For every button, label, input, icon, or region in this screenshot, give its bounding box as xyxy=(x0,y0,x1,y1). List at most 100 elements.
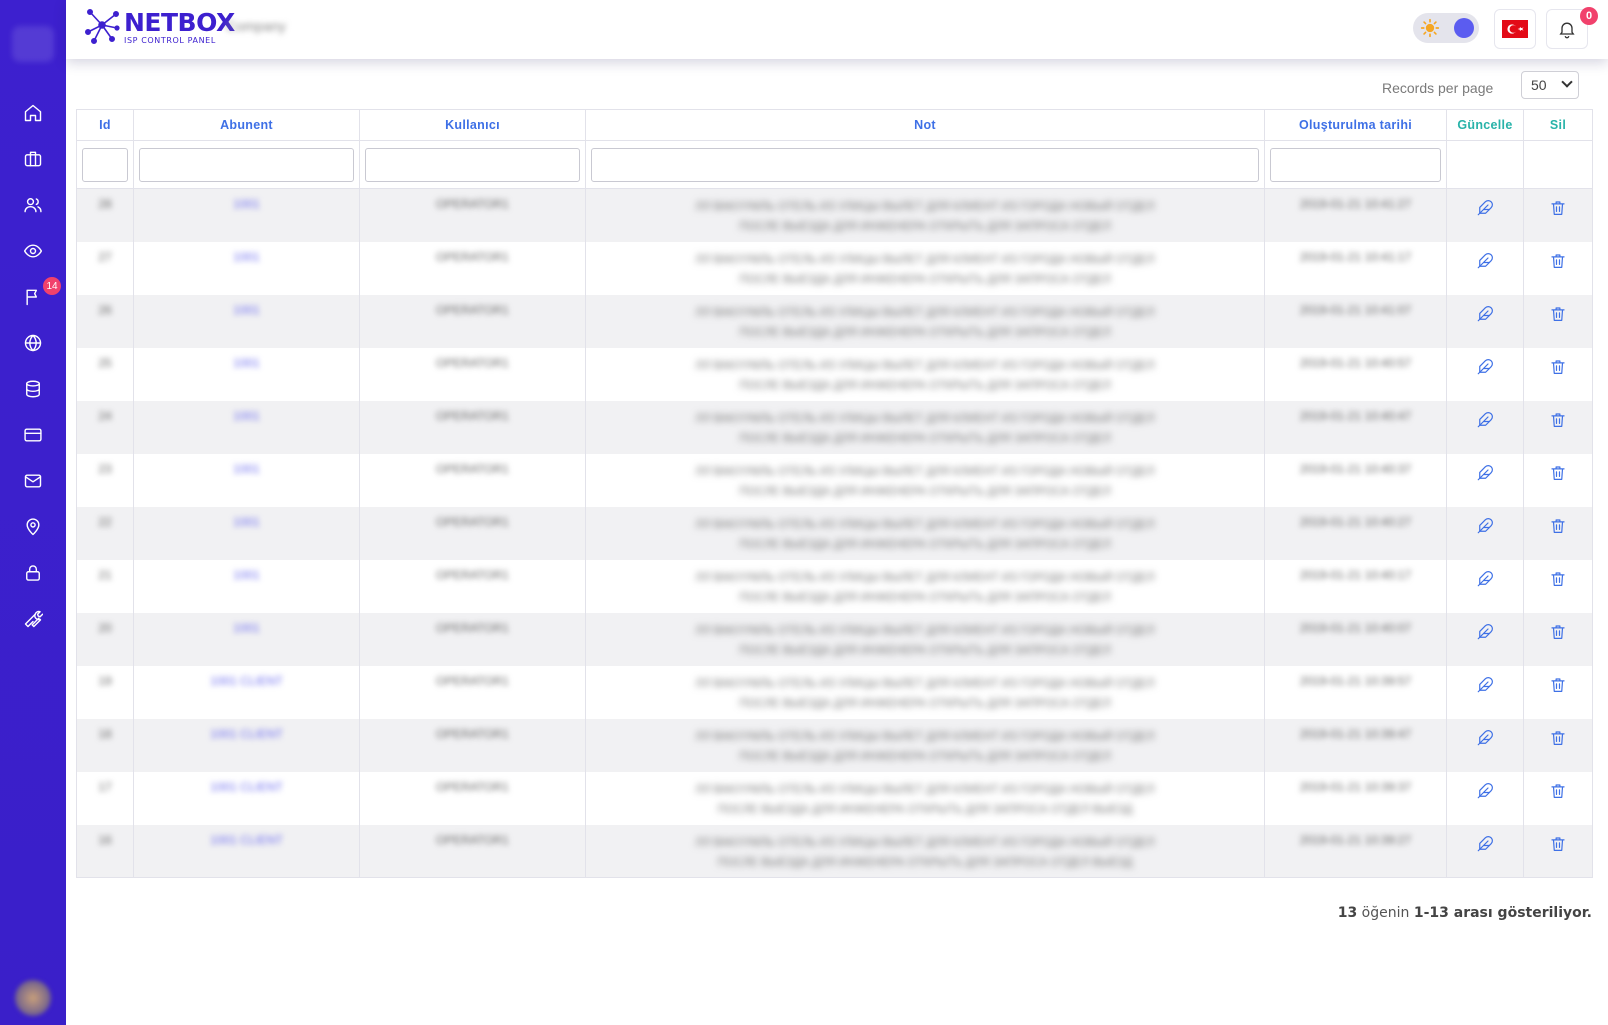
cell-abunent-link[interactable]: 1001 xyxy=(233,515,260,529)
globe-icon[interactable] xyxy=(21,331,45,355)
eye-icon[interactable] xyxy=(21,239,45,263)
table-row: 23 1001 OPERATOR1 ЛЛ ВАКУУМЛЬ ОТЕЛЬ ИЗ У… xyxy=(76,453,1593,507)
network-logo-icon xyxy=(84,6,120,48)
theme-toggle[interactable] xyxy=(1413,13,1479,43)
trash-icon xyxy=(1551,201,1565,215)
table-row: 26 1001 OPERATOR1 ЛЛ ВАКУУМЛЬ ОТЕЛЬ ИЗ У… xyxy=(76,294,1593,348)
credit-card-icon[interactable] xyxy=(21,423,45,447)
edit-button[interactable] xyxy=(1476,199,1494,217)
delete-button[interactable] xyxy=(1549,411,1567,429)
edit-button[interactable] xyxy=(1476,517,1494,535)
cell-abunent-link[interactable]: 1001 xyxy=(233,409,260,423)
delete-button[interactable] xyxy=(1549,464,1567,482)
cell-user: OPERATOR1 xyxy=(436,197,509,211)
edit-button[interactable] xyxy=(1476,729,1494,747)
filter-created-input[interactable] xyxy=(1270,147,1441,182)
cell-note: ЛЛ ВАКУУМЛЬ ОТЕЛЬ ИЗ УЛИЦЫ ВЫЛЕТ ДЛЯ КЛИ… xyxy=(695,571,1155,604)
cell-created-date: 2019-01-21 10:40:17 xyxy=(1299,567,1412,582)
delete-button[interactable] xyxy=(1549,199,1567,217)
trash-icon xyxy=(1551,624,1565,639)
filter-abunent-input[interactable] xyxy=(139,147,354,182)
cell-created-date: 2019-01-21 10:40:37 xyxy=(1299,461,1412,476)
cell-created-date: 2019-01-21 10:40:57 xyxy=(1299,355,1412,370)
cell-abunent-link[interactable]: 1001 CLIENT xyxy=(210,780,283,794)
trash-icon xyxy=(1551,571,1565,586)
edit-button[interactable] xyxy=(1476,623,1494,641)
chevron-down-icon xyxy=(1561,76,1573,88)
edit-button[interactable] xyxy=(1476,305,1494,323)
edit-button[interactable] xyxy=(1476,782,1494,800)
cell-abunent-link[interactable]: 1001 xyxy=(233,356,260,370)
cell-created-date: 2019-01-21 10:40:07 xyxy=(1299,620,1412,635)
briefcase-icon[interactable] xyxy=(21,147,45,171)
delete-button[interactable] xyxy=(1549,835,1567,853)
feather-edit-icon xyxy=(1477,782,1493,798)
cell-abunent-link[interactable]: 1001 xyxy=(233,568,260,582)
lock-icon[interactable] xyxy=(21,561,45,585)
feather-edit-icon xyxy=(1477,835,1493,851)
edit-button[interactable] xyxy=(1476,835,1494,853)
cell-user: OPERATOR1 xyxy=(436,726,509,741)
cell-created-date: 2019-01-21 10:41:07 xyxy=(1299,302,1412,317)
language-button[interactable] xyxy=(1494,9,1536,49)
cell-abunent-link[interactable]: 1001 CLIENT xyxy=(210,833,283,847)
flag-icon[interactable] xyxy=(21,285,45,309)
cell-created-date: 2019-01-21 10:40:47 xyxy=(1299,408,1412,423)
home-icon[interactable] xyxy=(21,101,45,125)
cell-abunent-link[interactable]: 1001 xyxy=(233,462,260,476)
filter-user-input[interactable] xyxy=(365,147,580,182)
column-header-note[interactable]: Not xyxy=(585,109,1265,141)
brand-logo[interactable]: NETBOX ISP CONTROL PANEL xyxy=(84,6,235,48)
trash-icon xyxy=(1551,359,1565,374)
column-header-id[interactable]: Id xyxy=(76,109,134,141)
column-header-user[interactable]: Kullanıcı xyxy=(359,109,586,141)
cell-note: ЛЛ ВАКУУМЛЬ ОТЕЛЬ ИЗ УЛИЦЫ ВЫЛЕТ ДЛЯ КЛИ… xyxy=(695,624,1155,657)
edit-button[interactable] xyxy=(1476,411,1494,429)
delete-button[interactable] xyxy=(1549,782,1567,800)
delete-button[interactable] xyxy=(1549,676,1567,694)
table-row: 24 1001 OPERATOR1 ЛЛ ВАКУУМЛЬ ОТЕЛЬ ИЗ У… xyxy=(76,400,1593,454)
sidebar-logo[interactable] xyxy=(12,26,54,62)
cell-abunent-link[interactable]: 1001 xyxy=(233,303,260,317)
delete-button[interactable] xyxy=(1549,252,1567,270)
map-pin-icon[interactable] xyxy=(21,515,45,539)
sun-icon xyxy=(1420,18,1440,38)
delete-button[interactable] xyxy=(1549,729,1567,747)
delete-button[interactable] xyxy=(1549,305,1567,323)
delete-button[interactable] xyxy=(1549,358,1567,376)
table-row: 28 1001 OPERATOR1 ЛЛ ВАКУУМЛЬ ОТЕЛЬ ИЗ У… xyxy=(76,188,1593,242)
cell-abunent-link[interactable]: 1001 CLIENT xyxy=(210,674,283,688)
database-icon[interactable] xyxy=(21,377,45,401)
edit-button[interactable] xyxy=(1476,676,1494,694)
cell-user: OPERATOR1 xyxy=(436,355,509,370)
cell-id: 23 xyxy=(98,461,112,476)
table-row: 17 1001 CLIENT OPERATOR1 ЛЛ ВАКУУМЛЬ ОТЕ… xyxy=(76,771,1593,825)
feather-edit-icon xyxy=(1477,305,1493,321)
filter-note-input[interactable] xyxy=(591,147,1259,182)
cell-abunent-link[interactable]: 1001 CLIENT xyxy=(210,727,283,741)
users-icon[interactable] xyxy=(21,193,45,217)
wrench-icon[interactable] xyxy=(21,607,45,631)
feather-edit-icon xyxy=(1477,358,1493,374)
delete-button[interactable] xyxy=(1549,517,1567,535)
column-header-created[interactable]: Oluşturulma tarihi xyxy=(1264,109,1447,141)
delete-button[interactable] xyxy=(1549,623,1567,641)
summary-range: 1-13 arası gösteriliyor. xyxy=(1413,905,1592,921)
cell-abunent-link[interactable]: 1001 xyxy=(233,250,260,264)
cell-note: ЛЛ ВАКУУМЛЬ ОТЕЛЬ ИЗ УЛИЦЫ ВЫЛЕТ ДЛЯ КЛИ… xyxy=(695,677,1155,710)
cell-abunent-link[interactable]: 1001 xyxy=(233,621,260,635)
filter-id-input[interactable] xyxy=(82,147,128,182)
delete-button[interactable] xyxy=(1549,570,1567,588)
cell-user: OPERATOR1 xyxy=(436,408,509,423)
mail-icon[interactable] xyxy=(21,469,45,493)
user-avatar[interactable] xyxy=(15,980,51,1016)
cell-abunent-link[interactable]: 1001 xyxy=(233,197,260,211)
edit-button[interactable] xyxy=(1476,252,1494,270)
column-header-abunent[interactable]: Abunent xyxy=(133,109,360,141)
cell-note: ЛЛ ВАКУУМЛЬ ОТЕЛЬ ИЗ УЛИЦЫ ВЫЛЕТ ДЛЯ КЛИ… xyxy=(695,201,1155,233)
records-per-page-select[interactable]: 50 xyxy=(1521,71,1579,99)
edit-button[interactable] xyxy=(1476,464,1494,482)
feather-edit-icon xyxy=(1477,517,1493,533)
edit-button[interactable] xyxy=(1476,570,1494,588)
edit-button[interactable] xyxy=(1476,358,1494,376)
